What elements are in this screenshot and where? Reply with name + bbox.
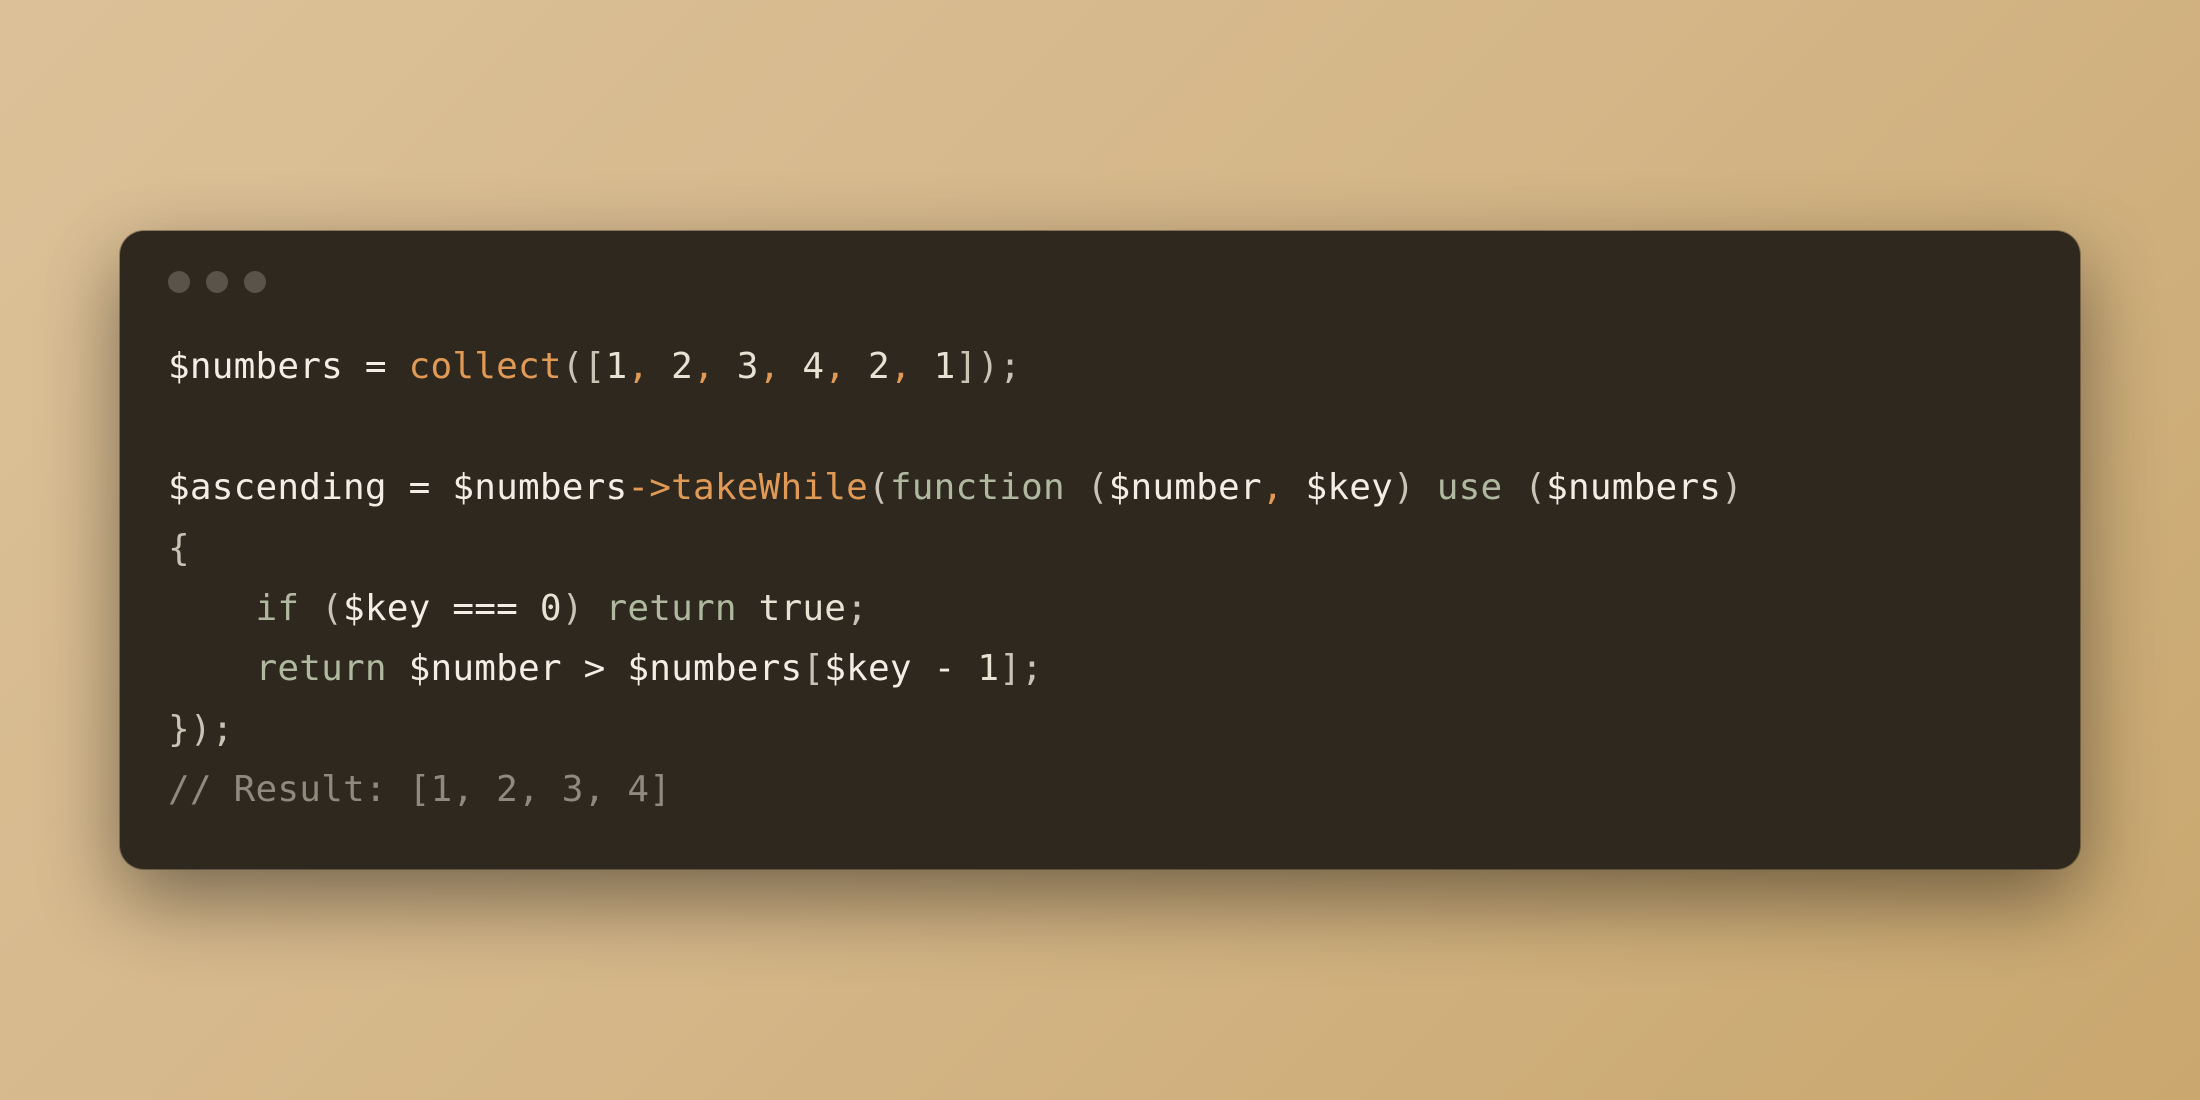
code-token	[737, 588, 759, 629]
code-token: 1	[606, 346, 628, 387]
code-token: )	[562, 588, 584, 629]
code-token	[1415, 467, 1437, 508]
code-token	[1065, 467, 1087, 508]
code-token: [	[584, 346, 606, 387]
code-token: {	[168, 528, 190, 569]
code-token	[518, 588, 540, 629]
code-token	[431, 588, 453, 629]
code-token: ,	[1262, 467, 1284, 508]
code-token	[387, 648, 409, 689]
code-token	[956, 648, 978, 689]
maximize-icon[interactable]	[244, 271, 266, 293]
code-token: ->	[627, 467, 671, 508]
code-token: collect	[409, 346, 562, 387]
code-token: 4	[802, 346, 824, 387]
code-token: ]	[999, 648, 1021, 689]
code-token: $numbers	[168, 346, 343, 387]
code-token: $key	[1306, 467, 1394, 508]
code-token: $number	[1109, 467, 1262, 508]
code-token	[912, 346, 934, 387]
code-token: ;	[999, 346, 1021, 387]
code-token	[781, 346, 803, 387]
code-token: )	[190, 709, 212, 750]
code-token: function	[890, 467, 1065, 508]
code-token: $numbers	[627, 648, 802, 689]
code-token	[168, 588, 256, 629]
code-token	[584, 588, 606, 629]
code-token	[168, 648, 256, 689]
code-token: (	[1087, 467, 1109, 508]
code-token: $key	[343, 588, 431, 629]
code-token	[299, 588, 321, 629]
code-token: $numbers	[1546, 467, 1721, 508]
code-token: 1	[934, 346, 956, 387]
code-token: 2	[868, 346, 890, 387]
code-token: ,	[759, 346, 781, 387]
code-token: }	[168, 709, 190, 750]
code-token: $ascending	[168, 467, 387, 508]
code-token: ,	[824, 346, 846, 387]
code-token: ,	[693, 346, 715, 387]
code-token: >	[584, 648, 606, 689]
code-token: )	[1721, 467, 1743, 508]
minimize-icon[interactable]	[206, 271, 228, 293]
code-token	[562, 648, 584, 689]
code-token: ;	[1021, 648, 1043, 689]
code-token	[387, 346, 409, 387]
code-token: return	[606, 588, 737, 629]
code-token: // Result: [1, 2, 3, 4]	[168, 769, 671, 810]
code-token: if	[256, 588, 300, 629]
code-token: (	[562, 346, 584, 387]
code-token: (	[1524, 467, 1546, 508]
code-token: 1	[977, 648, 999, 689]
code-token: -	[934, 648, 956, 689]
code-token: $numbers	[452, 467, 627, 508]
code-content: $numbers = collect([1, 2, 3, 4, 2, 1]); …	[168, 337, 2032, 821]
code-token	[431, 467, 453, 508]
code-token: takeWhile	[671, 467, 868, 508]
window-titlebar	[168, 271, 2032, 293]
code-token: $key	[824, 648, 912, 689]
code-token: 2	[671, 346, 693, 387]
code-token: [	[802, 648, 824, 689]
close-icon[interactable]	[168, 271, 190, 293]
code-token	[846, 346, 868, 387]
code-token	[1502, 467, 1524, 508]
code-token: ===	[452, 588, 518, 629]
code-token: ,	[627, 346, 649, 387]
code-token	[606, 648, 628, 689]
code-token: ]	[956, 346, 978, 387]
code-token: (	[321, 588, 343, 629]
code-token: return	[256, 648, 387, 689]
code-token: )	[1393, 467, 1415, 508]
code-token	[1284, 467, 1306, 508]
code-token: ;	[212, 709, 234, 750]
code-token	[387, 467, 409, 508]
code-token: )	[977, 346, 999, 387]
code-token: ,	[890, 346, 912, 387]
code-token	[343, 346, 365, 387]
code-token: true	[759, 588, 847, 629]
code-token: ;	[846, 588, 868, 629]
code-token: 3	[737, 346, 759, 387]
code-token: =	[365, 346, 387, 387]
code-token: 0	[540, 588, 562, 629]
code-token: $number	[409, 648, 562, 689]
code-token: =	[409, 467, 431, 508]
code-token	[715, 346, 737, 387]
code-token: use	[1437, 467, 1503, 508]
code-token	[649, 346, 671, 387]
code-token	[912, 648, 934, 689]
code-window: $numbers = collect([1, 2, 3, 4, 2, 1]); …	[120, 231, 2080, 869]
code-token: (	[868, 467, 890, 508]
